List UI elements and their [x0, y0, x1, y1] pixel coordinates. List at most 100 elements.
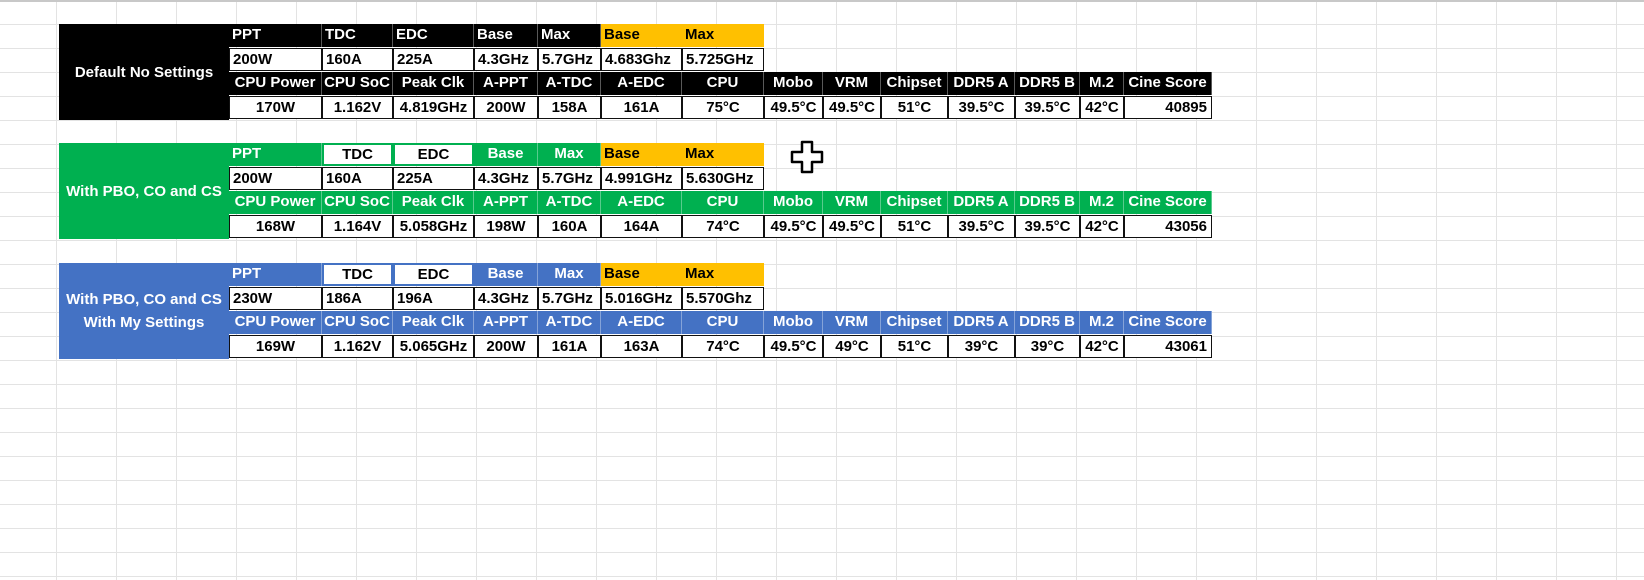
- value-cell[interactable]: 49.5°C: [823, 215, 881, 238]
- header-base[interactable]: Base: [601, 143, 682, 166]
- header-cpu-power[interactable]: CPU Power: [229, 72, 322, 95]
- value-cell[interactable]: 160A: [322, 167, 393, 190]
- value-cell[interactable]: 5.630GHz: [682, 167, 764, 190]
- header-a-tdc[interactable]: A-TDC: [538, 311, 601, 334]
- value-cell[interactable]: 170W: [229, 96, 322, 119]
- header-edc[interactable]: EDC: [393, 24, 474, 47]
- value-cell[interactable]: 39.5°C: [1015, 215, 1080, 238]
- header-base[interactable]: Base: [474, 263, 538, 286]
- header-mobo[interactable]: Mobo: [764, 191, 823, 214]
- value-cell[interactable]: 186A: [322, 287, 393, 310]
- header-edc[interactable]: EDC: [393, 143, 474, 166]
- value-cell[interactable]: 1.164V: [322, 215, 393, 238]
- value-cell[interactable]: 200W: [229, 48, 322, 71]
- header-ddr5-b[interactable]: DDR5 B: [1015, 72, 1080, 95]
- header-peak-clk[interactable]: Peak Clk: [393, 191, 474, 214]
- header-cpu-soc[interactable]: CPU SoC: [322, 72, 393, 95]
- value-cell[interactable]: 49°C: [823, 335, 881, 358]
- header-ddr5-a[interactable]: DDR5 A: [948, 311, 1015, 334]
- header-vrm[interactable]: VRM: [823, 191, 881, 214]
- header-tdc[interactable]: TDC: [322, 143, 393, 166]
- header-a-ppt[interactable]: A-PPT: [474, 191, 538, 214]
- header-m-2[interactable]: M.2: [1080, 311, 1124, 334]
- value-cell[interactable]: 5.016GHz: [601, 287, 682, 310]
- value-cell[interactable]: 42°C: [1080, 335, 1124, 358]
- header-cine-score[interactable]: Cine Score: [1124, 311, 1212, 334]
- header-a-edc[interactable]: A-EDC: [601, 311, 682, 334]
- header-cpu[interactable]: CPU: [682, 72, 764, 95]
- header-m-2[interactable]: M.2: [1080, 72, 1124, 95]
- header-chipset[interactable]: Chipset: [881, 311, 948, 334]
- value-cell[interactable]: 5.058GHz: [393, 215, 474, 238]
- section-label-blue[interactable]: With PBO, CO and CS With My Settings: [59, 263, 229, 359]
- header-a-tdc[interactable]: A-TDC: [538, 72, 601, 95]
- value-cell[interactable]: 160A: [538, 215, 601, 238]
- header-ppt[interactable]: PPT: [229, 143, 322, 166]
- section-label-black[interactable]: Default No Settings: [59, 24, 229, 120]
- header-a-edc[interactable]: A-EDC: [601, 191, 682, 214]
- header-chipset[interactable]: Chipset: [881, 191, 948, 214]
- value-cell[interactable]: 225A: [393, 167, 474, 190]
- value-cell[interactable]: 42°C: [1080, 96, 1124, 119]
- header-cpu-soc[interactable]: CPU SoC: [322, 311, 393, 334]
- value-cell[interactable]: 49.5°C: [764, 96, 823, 119]
- value-cell[interactable]: 49.5°C: [823, 96, 881, 119]
- value-cell[interactable]: 74°C: [682, 335, 764, 358]
- value-cell[interactable]: 4.819GHz: [393, 96, 474, 119]
- value-cell[interactable]: 200W: [474, 335, 538, 358]
- value-cell[interactable]: 4.3GHz: [474, 167, 538, 190]
- value-cell[interactable]: 1.162V: [322, 335, 393, 358]
- value-cell[interactable]: 51°C: [881, 96, 948, 119]
- header-ppt[interactable]: PPT: [229, 24, 322, 47]
- header-tdc[interactable]: TDC: [322, 263, 393, 286]
- header-edc[interactable]: EDC: [393, 263, 474, 286]
- value-cell[interactable]: 40895: [1124, 96, 1212, 119]
- header-a-tdc[interactable]: A-TDC: [538, 191, 601, 214]
- value-cell[interactable]: 39.5°C: [1015, 96, 1080, 119]
- value-cell[interactable]: 5.725GHz: [682, 48, 764, 71]
- value-cell[interactable]: 51°C: [881, 335, 948, 358]
- value-cell[interactable]: 163A: [601, 335, 682, 358]
- header-cpu-soc[interactable]: CPU SoC: [322, 191, 393, 214]
- value-cell[interactable]: 5.570Ghz: [682, 287, 764, 310]
- header-peak-clk[interactable]: Peak Clk: [393, 311, 474, 334]
- value-cell[interactable]: 168W: [229, 215, 322, 238]
- value-cell[interactable]: 169W: [229, 335, 322, 358]
- value-cell[interactable]: 4.3GHz: [474, 48, 538, 71]
- header-cine-score[interactable]: Cine Score: [1124, 72, 1212, 95]
- value-cell[interactable]: 49.5°C: [764, 335, 823, 358]
- header-max[interactable]: Max: [682, 143, 764, 166]
- header-cpu[interactable]: CPU: [682, 311, 764, 334]
- value-cell[interactable]: 164A: [601, 215, 682, 238]
- value-cell[interactable]: 5.7GHz: [538, 167, 601, 190]
- value-cell[interactable]: 1.162V: [322, 96, 393, 119]
- value-cell[interactable]: 75°C: [682, 96, 764, 119]
- header-max[interactable]: Max: [538, 263, 601, 286]
- value-cell[interactable]: 4.683Ghz: [601, 48, 682, 71]
- header-vrm[interactable]: VRM: [823, 311, 881, 334]
- value-cell[interactable]: 200W: [474, 96, 538, 119]
- value-cell[interactable]: 39.5°C: [948, 215, 1015, 238]
- value-cell[interactable]: 39.5°C: [948, 96, 1015, 119]
- value-cell[interactable]: 5.7GHz: [538, 48, 601, 71]
- header-ddr5-a[interactable]: DDR5 A: [948, 72, 1015, 95]
- value-cell[interactable]: 158A: [538, 96, 601, 119]
- header-base[interactable]: Base: [474, 24, 538, 47]
- header-mobo[interactable]: Mobo: [764, 311, 823, 334]
- value-cell[interactable]: 51°C: [881, 215, 948, 238]
- value-cell[interactable]: 42°C: [1080, 215, 1124, 238]
- header-cpu-power[interactable]: CPU Power: [229, 311, 322, 334]
- value-cell[interactable]: 39°C: [1015, 335, 1080, 358]
- value-cell[interactable]: 4.3GHz: [474, 287, 538, 310]
- value-cell[interactable]: 198W: [474, 215, 538, 238]
- value-cell[interactable]: 160A: [322, 48, 393, 71]
- header-ddr5-b[interactable]: DDR5 B: [1015, 191, 1080, 214]
- header-a-ppt[interactable]: A-PPT: [474, 311, 538, 334]
- header-cine-score[interactable]: Cine Score: [1124, 191, 1212, 214]
- value-cell[interactable]: 5.7GHz: [538, 287, 601, 310]
- value-cell[interactable]: 74°C: [682, 215, 764, 238]
- header-ppt[interactable]: PPT: [229, 263, 322, 286]
- header-peak-clk[interactable]: Peak Clk: [393, 72, 474, 95]
- value-cell[interactable]: 43061: [1124, 335, 1212, 358]
- header-cpu-power[interactable]: CPU Power: [229, 191, 322, 214]
